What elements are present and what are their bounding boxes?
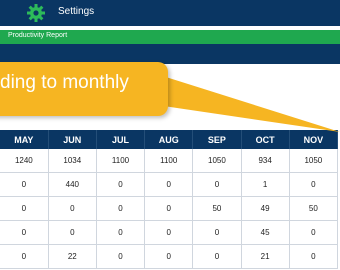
callout-pointer: [150, 72, 340, 132]
callout-text: ding to monthly: [0, 72, 129, 93]
